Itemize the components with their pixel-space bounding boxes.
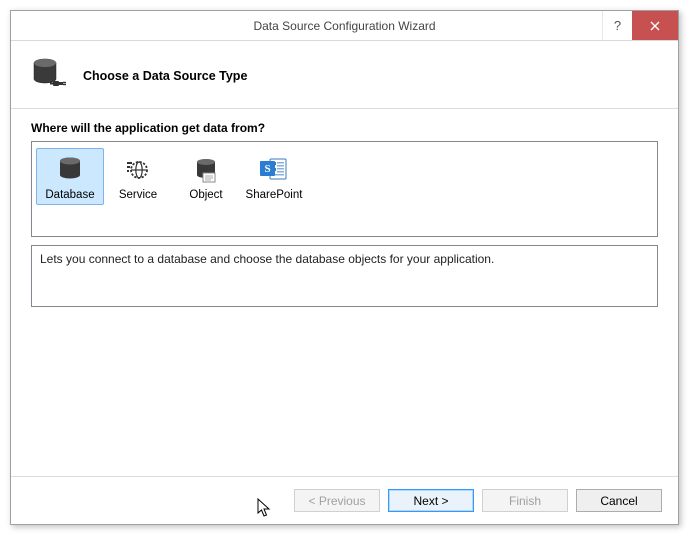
question-label: Where will the application get data from… xyxy=(31,121,658,135)
svg-text:S: S xyxy=(264,163,270,175)
option-label: Database xyxy=(45,189,94,201)
option-label: Object xyxy=(189,189,222,201)
globe-icon xyxy=(123,153,153,187)
sharepoint-icon: S xyxy=(258,153,290,187)
option-database[interactable]: Database xyxy=(36,148,104,205)
titlebar-buttons: ? xyxy=(602,11,678,40)
database-plug-icon xyxy=(31,57,67,94)
cancel-button[interactable]: Cancel xyxy=(576,489,662,512)
description-text: Lets you connect to a database and choos… xyxy=(40,252,494,266)
option-label: Service xyxy=(119,189,157,201)
option-object[interactable]: Object xyxy=(172,148,240,205)
finish-button: Finish xyxy=(482,489,568,512)
options-list: Database Service xyxy=(31,141,658,237)
page-title: Choose a Data Source Type xyxy=(83,69,247,83)
wizard-header: Choose a Data Source Type xyxy=(11,41,678,109)
object-icon xyxy=(191,153,221,187)
close-button[interactable] xyxy=(632,11,678,40)
database-icon xyxy=(55,153,85,187)
window-title: Data Source Configuration Wizard xyxy=(11,19,678,33)
option-label: SharePoint xyxy=(246,189,303,201)
help-button[interactable]: ? xyxy=(602,11,632,40)
previous-button: < Previous xyxy=(294,489,380,512)
option-service[interactable]: Service xyxy=(104,148,172,205)
titlebar: Data Source Configuration Wizard ? xyxy=(11,11,678,41)
help-icon: ? xyxy=(614,18,621,33)
close-icon xyxy=(650,21,660,31)
wizard-window: Data Source Configuration Wizard ? xyxy=(10,10,679,525)
description-box: Lets you connect to a database and choos… xyxy=(31,245,658,307)
wizard-content: Where will the application get data from… xyxy=(11,109,678,476)
option-sharepoint[interactable]: S SharePoint xyxy=(240,148,308,205)
wizard-footer: < Previous Next > Finish Cancel xyxy=(11,476,678,524)
next-button[interactable]: Next > xyxy=(388,489,474,512)
cursor-icon xyxy=(257,498,275,520)
